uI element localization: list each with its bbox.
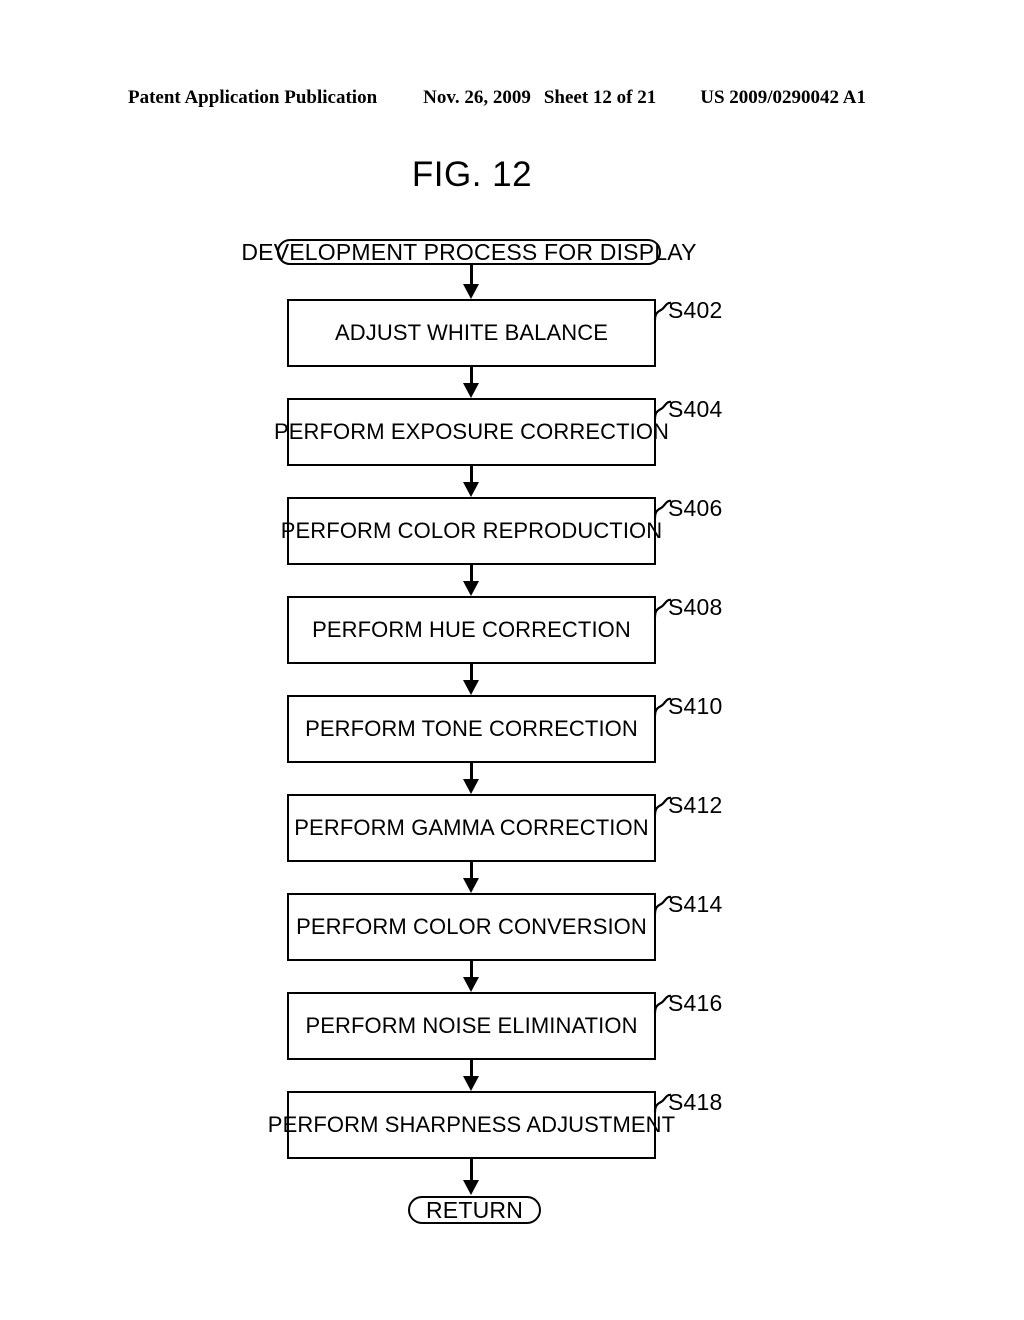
process-box-s414-label: PERFORM COLOR CONVERSION [296, 914, 647, 939]
process-box-s412: PERFORM GAMMA CORRECTION [287, 794, 656, 862]
arrowhead-step-8-to-step-9 [463, 1076, 479, 1091]
arrowhead-step-9-to-return [463, 1180, 479, 1195]
arrowhead-step-6-to-step-7 [463, 878, 479, 893]
process-box-s404-label: PERFORM EXPOSURE CORRECTION [273, 419, 670, 444]
arrowhead-step-7-to-step-8 [463, 977, 479, 992]
step-reference-s408: S408 [668, 594, 723, 620]
process-box-s410-label: PERFORM TONE CORRECTION [305, 716, 638, 741]
arrowhead-step-1-to-step-2 [463, 383, 479, 398]
flow-return-terminator: RETURN [408, 1196, 541, 1224]
process-box-s418-label: PERFORM SHARPNESS ADJUSTMENT [267, 1112, 676, 1137]
arrowhead-step-3-to-step-4 [463, 581, 479, 596]
arrowhead-step-2-to-step-3 [463, 482, 479, 497]
flowchart-development-process-for-display: DEVELOPMENT PROCESS FOR DISPLAY ADJUST W… [0, 0, 1024, 1320]
process-box-s416: PERFORM NOISE ELIMINATION [287, 992, 656, 1060]
step-reference-s406: S406 [668, 495, 723, 521]
process-box-s402: ADJUST WHITE BALANCE [287, 299, 656, 367]
arrowhead-step-4-to-step-5 [463, 680, 479, 695]
process-box-s406: PERFORM COLOR REPRODUCTION [281, 497, 662, 565]
connector-start-to-step-1 [470, 265, 473, 285]
flow-start-terminator-label: DEVELOPMENT PROCESS FOR DISPLAY [241, 238, 697, 265]
flow-start-terminator: DEVELOPMENT PROCESS FOR DISPLAY [241, 239, 696, 265]
process-box-s406-label: PERFORM COLOR REPRODUCTION [280, 518, 663, 543]
process-box-s402-label: ADJUST WHITE BALANCE [335, 320, 608, 345]
flow-return-terminator-label: RETURN [425, 1196, 524, 1223]
step-reference-s402: S402 [668, 297, 723, 323]
process-box-s408-label: PERFORM HUE CORRECTION [312, 617, 631, 642]
step-reference-s404: S404 [668, 396, 723, 422]
process-box-s408: PERFORM HUE CORRECTION [287, 596, 656, 664]
process-box-s418: PERFORM SHARPNESS ADJUSTMENT [268, 1091, 675, 1159]
step-reference-s418: S418 [668, 1089, 723, 1115]
step-reference-s410: S410 [668, 693, 723, 719]
step-reference-s412: S412 [668, 792, 723, 818]
step-reference-s416: S416 [668, 990, 723, 1016]
process-box-s416-label: PERFORM NOISE ELIMINATION [305, 1013, 638, 1038]
arrowhead-start-to-step-1 [463, 284, 479, 299]
process-box-s414: PERFORM COLOR CONVERSION [287, 893, 656, 961]
process-box-s410: PERFORM TONE CORRECTION [287, 695, 656, 763]
arrowhead-step-5-to-step-6 [463, 779, 479, 794]
process-box-s404: PERFORM EXPOSURE CORRECTION [274, 398, 669, 466]
connector-step-9-to-return [470, 1159, 473, 1182]
process-box-s412-label: PERFORM GAMMA CORRECTION [294, 815, 649, 840]
step-reference-s414: S414 [668, 891, 723, 917]
